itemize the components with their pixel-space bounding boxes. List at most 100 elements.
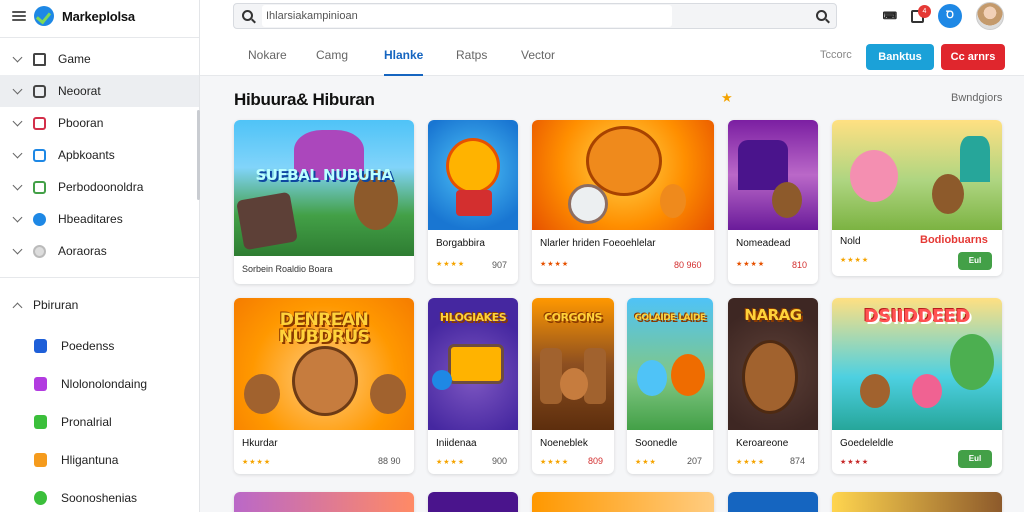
sidebar-subitem-label: Pronalrial: [61, 415, 112, 429]
game-name: Soonedle: [635, 438, 678, 449]
sidebar-scrollbar[interactable]: [197, 110, 200, 200]
game-card[interactable]: [428, 492, 518, 512]
sidebar-item-label: Hbeaditares: [58, 212, 123, 226]
game-card[interactable]: SUEBAL NUBUHA Sorbein Roaldio Boara: [234, 120, 414, 284]
game-card[interactable]: [234, 492, 414, 512]
sidebar-subitem-label: Poedenss: [61, 339, 115, 353]
sidebar-item-hbeaditares[interactable]: Hbeaditares: [0, 203, 199, 235]
game-card[interactable]: DSIIDDEED Goedeleldle ★★★★ Eul: [832, 298, 1002, 474]
sidebar-subitem-label: Soonoshenias: [61, 491, 138, 505]
brand-bar: Markeplolsa: [0, 0, 199, 32]
keyboard-icon[interactable]: ⌨: [883, 11, 897, 22]
tab-nokare[interactable]: Nokare: [248, 32, 287, 76]
tab-camg[interactable]: Camg: [316, 32, 348, 76]
divider: [0, 277, 199, 278]
sidebar-item-apbkoants[interactable]: Apbkoants: [0, 139, 199, 171]
orange-app-icon: [34, 453, 47, 467]
see-all-link[interactable]: Bwndgiors: [951, 92, 1002, 104]
chevron-down-icon: [12, 84, 23, 94]
treasure-chest-image: [448, 344, 504, 384]
filter-link[interactable]: Tccorc: [820, 32, 852, 76]
primary-button[interactable]: Banktus: [866, 44, 934, 70]
chevron-up-icon: [12, 302, 23, 312]
notification-badge: 4: [918, 4, 931, 18]
drum-image: [568, 184, 608, 224]
top-bar: ⌨ 4 Ꝺ: [200, 0, 1024, 32]
divider: [0, 37, 199, 38]
rating-stars: ★★★★: [436, 459, 466, 466]
crate-image: [236, 191, 298, 251]
avatar[interactable]: [976, 2, 1004, 30]
game-thumbnail: [728, 120, 818, 230]
sidebar-subitem[interactable]: Nlolonolondaing: [0, 365, 199, 403]
game-card[interactable]: [728, 492, 818, 512]
tab-vector[interactable]: Vector: [521, 32, 555, 76]
sidebar-item-game[interactable]: Game: [0, 43, 199, 75]
menu-icon[interactable]: [12, 11, 26, 21]
sidebar-item-label: Perbodoonoldra: [58, 180, 144, 194]
game-card[interactable]: GOLAIDE LAIDE Soonedle ★★★ 207: [627, 298, 713, 474]
sidebar-item-label: Game: [58, 52, 91, 66]
play-button[interactable]: Eul: [958, 252, 992, 270]
sidebar-subitem[interactable]: Hligantuna: [0, 441, 199, 479]
chevron-down-icon: [12, 148, 23, 158]
sidebar-subitem[interactable]: Soonoshenias: [0, 479, 199, 512]
sidebar-group-pbiruran[interactable]: Pbiruran: [0, 283, 199, 327]
game-highlight: Bodiobuarns: [920, 234, 988, 246]
game-logo-text: HLOGIAKES: [439, 311, 507, 324]
game-card[interactable]: NARAG Keroareone ★★★★ 874: [728, 298, 818, 474]
chevron-down-icon: [12, 52, 23, 62]
game-card[interactable]: HLOGIAKES Iniidenaa ★★★★ 900: [428, 298, 518, 474]
game-thumbnail: [832, 120, 1002, 230]
sidebar-subitem[interactable]: Poedenss: [0, 327, 199, 365]
game-card[interactable]: DENREAN NUBDRUS Hkurdar ★★★★ 88 90: [234, 298, 414, 474]
sidebar-item-perbodoonoldra[interactable]: Perbodoonoldra: [0, 171, 199, 203]
game-logo-text: CORGONS: [544, 311, 602, 324]
rating-stars: ★★★★: [736, 261, 766, 268]
search-submit-icon[interactable]: [816, 10, 827, 21]
game-name: Borgabbira: [436, 238, 485, 249]
sidebar-group-label: Pbiruran: [33, 298, 79, 312]
search-input[interactable]: [262, 5, 672, 27]
game-price: 810: [792, 260, 808, 270]
monkey-character-image: [560, 368, 588, 400]
notification-icon[interactable]: 4: [911, 4, 931, 23]
chevron-down-icon: [12, 212, 23, 222]
sidebar-subitem[interactable]: Pronalrial: [0, 403, 199, 441]
game-card[interactable]: [832, 492, 1002, 512]
sidebar-item-aoraoras[interactable]: Aoraoras: [0, 235, 199, 267]
sidebar: Markeplolsa Game Neoorat Pbooran Apbkoan…: [0, 0, 200, 512]
game-card[interactable]: CORGONS Noeneblek ★★★★ 809: [532, 298, 614, 474]
game-thumbnail: DSIIDDEED: [832, 298, 1002, 430]
game-card[interactable]: Nomeadead ★★★★ 810: [728, 120, 818, 284]
chevron-down-icon: [12, 116, 23, 126]
game-card[interactable]: Nold Bodiobuarns ★★★★ Eul: [832, 120, 1002, 276]
game-card[interactable]: [532, 492, 714, 512]
account-icon[interactable]: Ꝺ: [938, 4, 962, 28]
game-card[interactable]: Nlarler hriden Foeoehlelar ★★★★ 80 960: [532, 120, 714, 284]
game-name: Hkurdar: [242, 438, 278, 449]
game-name: Noeneblek: [540, 438, 588, 449]
play-button[interactable]: Eul: [958, 450, 992, 468]
sidebar-item-pbooran[interactable]: Pbooran: [0, 107, 199, 139]
gray-circle-icon: [33, 244, 46, 258]
purple-app-icon: [34, 377, 47, 391]
totem-image: [584, 348, 606, 404]
tab-ratps[interactable]: Ratps: [456, 32, 487, 76]
tab-hlanke[interactable]: Hlanke: [384, 32, 424, 76]
game-card[interactable]: Borgabbira ★★★★ 907: [428, 120, 518, 284]
game-price: 900: [492, 456, 508, 466]
logo-icon: [34, 6, 54, 26]
game-price: 88 90: [378, 456, 401, 466]
bear-character-image: [446, 138, 500, 194]
search-box[interactable]: [233, 3, 837, 29]
rating-stars: ★★★★: [540, 261, 570, 268]
dinosaur-image: [950, 334, 994, 390]
sidebar-item-neoorat[interactable]: Neoorat: [0, 75, 199, 107]
game-price: 907: [492, 260, 508, 270]
rating-stars: ★★★★: [540, 459, 570, 466]
game-name: Nold: [840, 236, 861, 247]
secondary-button[interactable]: Cc arnrs: [941, 44, 1005, 70]
star-icon[interactable]: ★: [721, 90, 733, 106]
rating-stars: ★★★★: [436, 261, 466, 268]
